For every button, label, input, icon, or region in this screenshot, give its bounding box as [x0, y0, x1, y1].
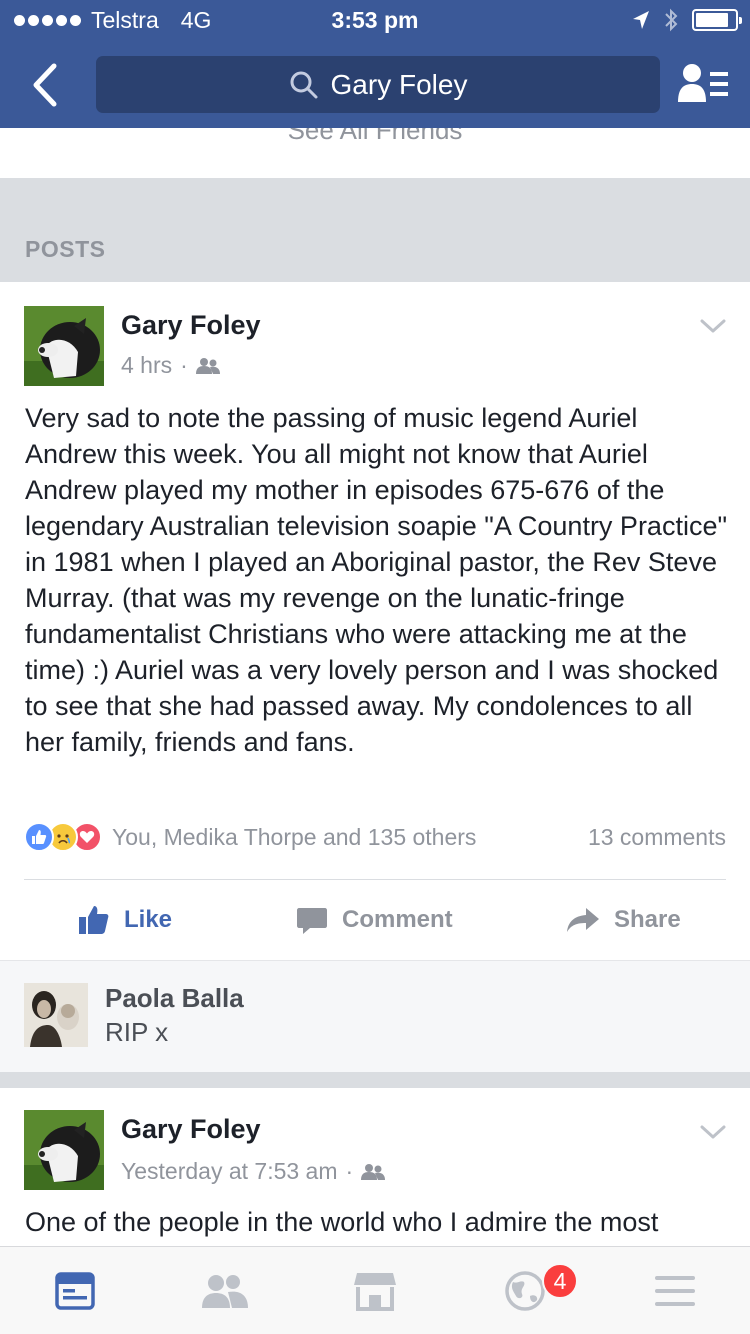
notifications-badge: 4	[542, 1263, 578, 1299]
search-icon	[290, 71, 318, 98]
comment-label: Comment	[342, 906, 453, 933]
back-chevron-icon[interactable]	[26, 60, 66, 110]
post-author[interactable]: Gary Foley	[121, 1114, 261, 1145]
status-bar: Telstra 4G 3:53 pm	[0, 0, 750, 40]
battery-fill	[696, 13, 728, 27]
comment-preview[interactable]: Paola Balla RIP x	[0, 960, 750, 1072]
bluetooth-icon	[665, 8, 678, 32]
friends-audience-icon	[195, 357, 220, 374]
post-card: Gary Foley Yesterday at 7:53 am · One of…	[0, 1088, 750, 1246]
post-card: Gary Foley 4 hrs · Very sad to note the …	[0, 282, 750, 960]
share-button[interactable]: Share	[566, 882, 681, 958]
share-label: Share	[614, 906, 681, 933]
like-button[interactable]: Like	[78, 882, 172, 958]
post-text: Very sad to note the passing of music le…	[25, 403, 728, 757]
post-actions: Like Comment Share	[0, 882, 750, 958]
news-feed-icon	[55, 1272, 95, 1310]
share-arrow-icon	[567, 908, 599, 932]
avatar[interactable]	[24, 1110, 104, 1190]
like-label: Like	[124, 906, 173, 933]
see-all-friends-link[interactable]: See All Friends	[0, 128, 750, 178]
post-meta: 4 hrs ·	[121, 352, 220, 379]
search-query: Gary Foley	[330, 68, 468, 100]
status-right	[632, 8, 742, 32]
tab-news-feed[interactable]	[51, 1267, 99, 1315]
comments-count[interactable]: 13 comments	[588, 824, 726, 851]
commenter-avatar[interactable]	[24, 983, 88, 1047]
thumbs-up-icon	[79, 906, 109, 934]
friend-requests-icon	[202, 1275, 248, 1308]
dog-photo	[24, 306, 104, 386]
comment-button[interactable]: Comment	[296, 882, 453, 958]
post-time[interactable]: 4 hrs	[121, 352, 172, 379]
friends-audience-icon	[361, 1163, 386, 1180]
reactions-bar[interactable]: You, Medika Thorpe and 135 others 13 com…	[24, 820, 726, 854]
posts-section-header: POSTS	[0, 178, 750, 282]
meta-separator: ·	[345, 1158, 354, 1184]
reactions-summary: You, Medika Thorpe and 135 others	[112, 823, 477, 850]
like-reaction-icon	[24, 822, 54, 852]
top-bar: Telstra 4G 3:53 pm Gary Foley	[0, 0, 750, 128]
comment-bubble-icon	[297, 908, 327, 934]
divider	[24, 879, 726, 880]
tab-notifications[interactable]	[501, 1267, 549, 1315]
friends-list-icon[interactable]	[676, 62, 730, 106]
battery-icon	[692, 9, 742, 31]
location-arrow-icon	[633, 11, 649, 29]
comment-text: RIP x	[105, 1017, 169, 1047]
post-author[interactable]: Gary Foley	[121, 310, 261, 341]
post-meta: Yesterday at 7:53 am ·	[121, 1158, 386, 1185]
post-separator	[0, 1072, 750, 1088]
dog-photo	[24, 1110, 104, 1190]
avatar[interactable]	[24, 306, 104, 386]
hamburger-menu-icon	[655, 1276, 695, 1306]
tab-marketplace[interactable]	[351, 1267, 399, 1315]
commenter-name[interactable]: Paola Balla	[105, 983, 244, 1014]
tab-more-menu[interactable]	[651, 1267, 699, 1315]
globe-notifications-icon	[505, 1271, 545, 1311]
post-time[interactable]: Yesterday at 7:53 am	[121, 1158, 338, 1185]
tab-friend-requests[interactable]	[201, 1267, 249, 1315]
meta-separator: ·	[180, 352, 188, 378]
post-text: One of the people in the world who I adm…	[25, 1207, 659, 1237]
marketplace-icon	[354, 1273, 396, 1311]
commenter-photo	[24, 983, 88, 1047]
bottom-tab-bar: 4	[0, 1246, 750, 1334]
see-all-friends-label: See All Friends	[287, 128, 463, 145]
chevron-down-icon[interactable]	[700, 1124, 726, 1140]
posts-label: POSTS	[25, 236, 106, 262]
search-input[interactable]: Gary Foley	[96, 56, 660, 113]
chevron-down-icon[interactable]	[700, 318, 726, 334]
